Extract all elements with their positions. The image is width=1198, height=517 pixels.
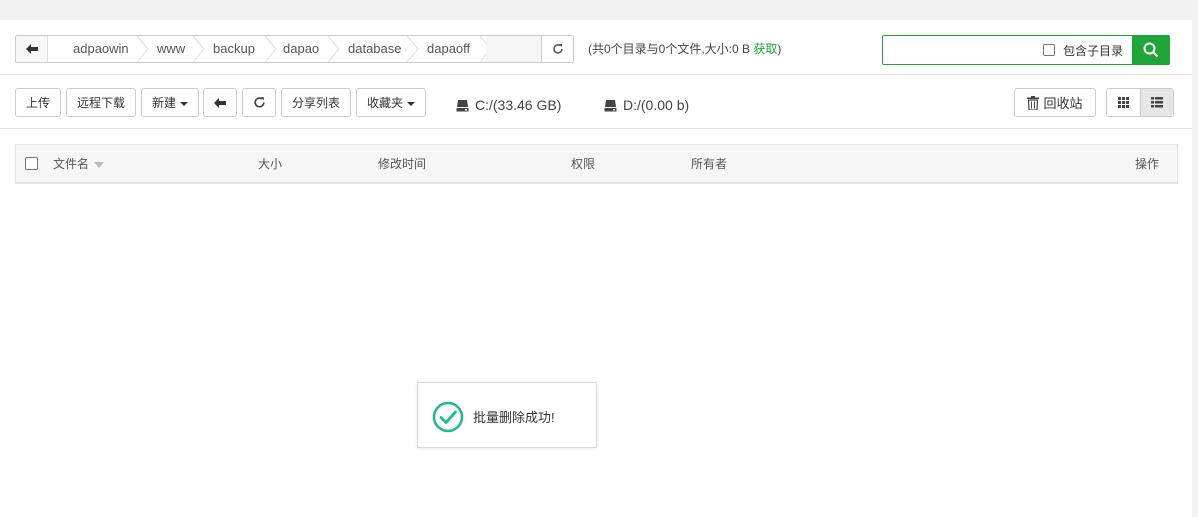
hard-drive-icon	[456, 99, 469, 111]
column-mtime[interactable]: 修改时间	[378, 145, 426, 183]
upload-button[interactable]: 上传	[15, 88, 61, 117]
path-input-area[interactable]	[486, 36, 541, 62]
search-button[interactable]	[1132, 35, 1170, 65]
file-search-box: 包含子目录	[882, 35, 1170, 65]
column-owner[interactable]: 所有者	[691, 145, 727, 183]
hard-drive-icon	[604, 99, 617, 111]
view-toggle-group	[1106, 88, 1174, 117]
include-subdir-option[interactable]: 包含子目录	[1043, 36, 1123, 64]
column-filename-label: 文件名	[53, 157, 90, 171]
share-list-button[interactable]: 分享列表	[281, 88, 351, 117]
summary-close: )	[777, 42, 782, 56]
caret-down-icon	[180, 101, 188, 106]
crumb-dapaoff[interactable]: dapaoff	[427, 36, 470, 62]
disk-d[interactable]: D:/(0.00 b)	[604, 95, 689, 115]
column-size[interactable]: 大小	[258, 145, 282, 183]
favorites-label: 收藏夹	[366, 96, 403, 110]
caret-down-icon	[407, 101, 415, 106]
search-icon	[1143, 42, 1159, 58]
back-button[interactable]	[203, 88, 237, 117]
disk-c-label: C:/(33.46 GB)	[475, 97, 562, 113]
search-input[interactable]	[887, 39, 1037, 61]
recycle-bin-label: 回收站	[1043, 96, 1083, 111]
crumb-separator-icon	[406, 36, 419, 62]
share-list-label: 分享列表	[291, 96, 340, 110]
disk-c[interactable]: C:/(33.46 GB)	[456, 95, 561, 115]
fetch-size-link[interactable]: 获取	[753, 42, 777, 56]
file-manager-panel: adpaowin www backup dapao database dapao…	[0, 20, 1192, 517]
path-bar: adpaowin www backup dapao database dapao…	[15, 35, 574, 63]
arrow-left-icon	[25, 44, 38, 54]
refresh-icon	[552, 44, 563, 54]
grid-view-button[interactable]	[1107, 89, 1141, 116]
list-icon	[1151, 97, 1163, 108]
include-subdir-checkbox[interactable]	[1043, 44, 1055, 56]
arrow-left-icon	[214, 97, 226, 108]
crumb-database[interactable]: database	[348, 36, 402, 62]
select-all-checkbox[interactable]	[25, 157, 38, 170]
disk-d-label: D:/(0.00 b)	[623, 97, 690, 113]
page-scrollbar[interactable]	[1192, 0, 1198, 517]
remote-download-label: 远程下载	[76, 96, 125, 110]
success-toast: 批量删除成功!	[417, 382, 597, 448]
crumb-adpaowin[interactable]: adpaowin	[73, 36, 129, 62]
crumb-separator-icon	[327, 36, 340, 62]
column-filename[interactable]: 文件名	[53, 145, 105, 183]
crumb-dapao[interactable]: dapao	[283, 36, 319, 62]
divider	[0, 128, 1192, 129]
path-back-button[interactable]	[16, 36, 48, 62]
column-actions: 操作	[1135, 157, 1160, 171]
directory-summary: (共0个目录与0个文件,大小:0 B 获取)	[588, 40, 781, 57]
file-table-header: 文件名 大小 修改时间 权限 所有者 操作	[15, 144, 1178, 184]
list-view-button[interactable]	[1141, 89, 1173, 116]
remote-download-button[interactable]: 远程下载	[66, 88, 136, 117]
sort-desc-icon	[94, 161, 105, 168]
crumb-separator-icon	[264, 36, 277, 62]
crumb-separator-icon	[192, 36, 205, 62]
column-permission[interactable]: 权限	[571, 145, 595, 183]
upload-label: 上传	[25, 96, 50, 110]
crumb-separator-icon	[136, 36, 149, 62]
recycle-bin-button[interactable]: 回收站	[1014, 88, 1096, 117]
refresh-button[interactable]	[242, 88, 276, 117]
include-subdir-label: 包含子目录	[1063, 43, 1124, 58]
toast-message: 批量删除成功!	[473, 410, 555, 425]
new-label: 新建	[151, 96, 176, 110]
favorites-dropdown-button[interactable]: 收藏夹	[356, 88, 426, 117]
summary-text: (共0个目录与0个文件,大小:0 B	[588, 42, 754, 56]
crumb-backup[interactable]: backup	[213, 36, 255, 62]
grid-icon	[1118, 97, 1129, 108]
new-dropdown-button[interactable]: 新建	[141, 88, 199, 117]
crumb-www[interactable]: www	[157, 36, 185, 62]
refresh-icon	[253, 97, 265, 108]
path-refresh-button[interactable]	[541, 36, 573, 62]
divider	[0, 74, 1192, 75]
check-circle-icon	[432, 401, 464, 433]
trash-icon	[1027, 95, 1040, 110]
